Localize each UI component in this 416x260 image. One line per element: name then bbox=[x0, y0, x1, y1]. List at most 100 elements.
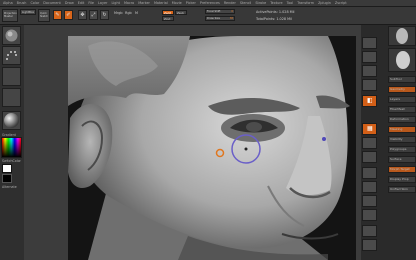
quick-sketch-button[interactable]: Quick Sketch bbox=[38, 9, 50, 22]
scale-icon: ⤢ bbox=[91, 12, 96, 18]
edit-icon: ✎ bbox=[55, 12, 60, 18]
color-picker[interactable] bbox=[1, 137, 22, 158]
edit-button[interactable]: ✎ bbox=[53, 10, 62, 20]
draw-button[interactable]: ✐ bbox=[64, 10, 73, 20]
move-view-button[interactable] bbox=[362, 181, 377, 193]
polyf-button[interactable] bbox=[362, 225, 377, 237]
focal-shift-value: 0 bbox=[231, 10, 233, 13]
bpr-button[interactable] bbox=[362, 37, 377, 49]
menu-item-tool[interactable]: Tool bbox=[287, 1, 294, 5]
alpha-thumbnail[interactable] bbox=[2, 67, 21, 86]
perspective-icon: ◧ bbox=[367, 97, 373, 104]
menu-item-alpha[interactable]: Alpha bbox=[3, 1, 13, 5]
draw-size-slider[interactable]: Draw Size 38 bbox=[205, 16, 235, 21]
menu-item-light[interactable]: Light bbox=[111, 1, 119, 5]
active-points-readout: ActivePoints: 1.028 Mil bbox=[256, 10, 295, 14]
secondary-color-swatch[interactable] bbox=[2, 174, 12, 183]
menu-item-preferences[interactable]: Preferences bbox=[200, 1, 220, 5]
transp-button[interactable] bbox=[362, 239, 377, 251]
menu-item-marker[interactable]: Marker bbox=[138, 1, 150, 5]
menu-item-zscript[interactable]: Zscript bbox=[335, 1, 347, 5]
panel-row-surface[interactable]: Surface bbox=[388, 156, 416, 163]
panel-row-deformation[interactable]: Deformation bbox=[388, 116, 416, 123]
sculpt-viewport[interactable] bbox=[68, 36, 356, 260]
menu-bar: Alpha Brush Color Document Draw Edit File Layer… bbox=[0, 0, 416, 7]
zadd-label: Zadd bbox=[164, 11, 172, 15]
tool-thumbnail[interactable] bbox=[388, 26, 416, 46]
stroke-thumbnail[interactable] bbox=[2, 46, 21, 65]
move-button[interactable]: ✥ bbox=[78, 10, 87, 20]
material-sphere-icon bbox=[4, 113, 19, 128]
zcut-label: Zcut bbox=[164, 17, 171, 21]
menu-item-movie[interactable]: Movie bbox=[172, 1, 182, 5]
subtool-thumbnail[interactable] bbox=[388, 48, 416, 72]
main-color-swatch[interactable] bbox=[2, 164, 12, 173]
lightbox-label: LightBox bbox=[22, 10, 35, 14]
brush-icon bbox=[5, 29, 18, 42]
menu-item-picker[interactable]: Picker bbox=[186, 1, 196, 5]
local-button[interactable] bbox=[362, 137, 377, 149]
draw-size-label: Draw Size bbox=[207, 17, 220, 20]
zadd-button[interactable]: Zadd bbox=[162, 10, 174, 15]
menu-item-draw[interactable]: Draw bbox=[65, 1, 74, 5]
menu-item-render[interactable]: Render bbox=[224, 1, 236, 5]
material-thumbnail[interactable] bbox=[2, 111, 21, 130]
panel-row-display-prop[interactable]: Display Prop bbox=[388, 176, 416, 183]
rotate-view-button[interactable] bbox=[362, 209, 377, 221]
zsub-button[interactable]: Zsub bbox=[175, 10, 187, 15]
panel-row-layers[interactable]: Layers bbox=[388, 96, 416, 103]
alternate-label[interactable]: Alternate bbox=[2, 185, 17, 189]
projection-master-label: Projection Master bbox=[4, 12, 17, 18]
menu-item-stroke[interactable]: Stroke bbox=[255, 1, 266, 5]
projection-master-button[interactable]: Projection Master bbox=[2, 9, 18, 22]
menu-item-transform[interactable]: Transform bbox=[297, 1, 314, 5]
zoom3d-button[interactable] bbox=[362, 195, 377, 207]
menu-item-layer[interactable]: Layer bbox=[98, 1, 107, 5]
rgb-label[interactable]: Rgb bbox=[125, 11, 132, 15]
perspective-button[interactable]: ◧ bbox=[362, 95, 377, 107]
menu-item-macro[interactable]: Macro bbox=[124, 1, 134, 5]
dots-stroke-icon bbox=[6, 51, 17, 60]
texture-thumbnail[interactable] bbox=[2, 88, 21, 107]
panel-row-morph-target[interactable]: Morph Target bbox=[388, 166, 416, 173]
panel-row-visibility[interactable]: Visibility bbox=[388, 136, 416, 143]
menu-item-color[interactable]: Color bbox=[30, 1, 39, 5]
rotate-icon: ↻ bbox=[102, 12, 107, 18]
menu-item-file[interactable]: File bbox=[88, 1, 94, 5]
panel-row-polygroups[interactable]: Polygroups bbox=[388, 146, 416, 153]
panel-row-unified-skin[interactable]: Unified Skin bbox=[388, 186, 416, 193]
menu-item-texture[interactable]: Texture bbox=[270, 1, 282, 5]
panel-row-subtool[interactable]: SubTool bbox=[388, 76, 416, 83]
switch-color-label[interactable]: SwitchColor bbox=[2, 159, 21, 163]
zsub-label: Zsub bbox=[177, 11, 184, 15]
menu-item-edit[interactable]: Edit bbox=[78, 1, 85, 5]
scroll-button[interactable] bbox=[362, 65, 377, 77]
left-tray: Gradient SwitchColor Alternate bbox=[0, 25, 25, 260]
menu-item-brush[interactable]: Brush bbox=[17, 1, 27, 5]
lightbox-button[interactable]: LightBox bbox=[20, 9, 36, 15]
m-label[interactable]: M bbox=[135, 11, 138, 15]
panel-row-masking[interactable]: Masking bbox=[388, 126, 416, 133]
menu-item-zplugin[interactable]: Zplugin bbox=[318, 1, 331, 5]
scale-button[interactable]: ⤢ bbox=[89, 10, 98, 20]
zoom-button[interactable] bbox=[362, 79, 377, 91]
mrgb-label[interactable]: Mrgb bbox=[114, 11, 123, 15]
subtool-head-icon bbox=[396, 51, 410, 69]
rotate-button[interactable]: ↻ bbox=[100, 10, 109, 20]
xyz-button[interactable] bbox=[362, 151, 377, 163]
menu-item-material[interactable]: Material bbox=[154, 1, 168, 5]
frame-button[interactable] bbox=[362, 167, 377, 179]
menu-item-stencil[interactable]: Stencil bbox=[240, 1, 251, 5]
zcut-button[interactable]: Zcut bbox=[162, 16, 174, 21]
menu-item-document[interactable]: Document bbox=[43, 1, 61, 5]
floor-button[interactable]: ▦ bbox=[362, 123, 377, 135]
spix-button[interactable] bbox=[362, 51, 377, 63]
draw-icon: ✐ bbox=[66, 12, 71, 18]
panel-row-geometry[interactable]: Geometry bbox=[388, 86, 416, 93]
brush-cursor bbox=[215, 134, 326, 164]
panel-row-fibermesh[interactable]: FiberMesh bbox=[388, 106, 416, 113]
top-shelf: Projection Master LightBox Quick Sketch … bbox=[0, 7, 416, 25]
brush-thumbnail[interactable] bbox=[2, 26, 21, 45]
floor-icon: ▦ bbox=[367, 125, 373, 132]
focal-shift-slider[interactable]: Focal Shift 0 bbox=[205, 9, 235, 14]
